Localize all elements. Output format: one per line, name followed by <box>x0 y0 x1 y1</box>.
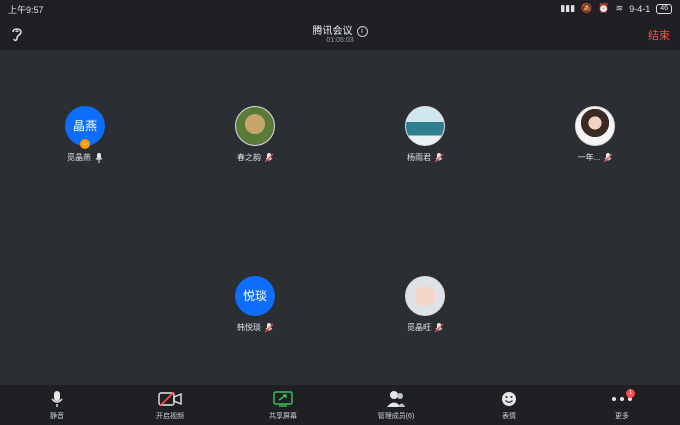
participant-name-row: 觅晶燕 <box>35 152 135 163</box>
network-label: 9-4-1 <box>629 3 651 14</box>
members-icon <box>387 391 405 407</box>
share-screen-label: 共享屏幕 <box>269 413 297 420</box>
participant-name-row: 杨雨君 <box>375 152 475 163</box>
battery-indicator: 46 <box>656 3 672 14</box>
status-bar: 上午9:57 ▮▮▮ 🔕 ⏰ ≋ 9-4-1 46 <box>0 0 680 18</box>
avatar-initials: 悦琰 <box>242 289 267 303</box>
emoji-button[interactable]: 表情 <box>469 389 549 421</box>
microphone-muted-icon <box>604 152 613 162</box>
manage-members-button[interactable]: 管理成员(6) <box>356 389 436 421</box>
participant-tile[interactable]: 晶燕 ☺ 觅晶燕 <box>35 106 135 163</box>
share-screen-icon <box>273 391 293 407</box>
participant-name-row: 韩悦琰 <box>205 322 305 333</box>
participant-tile[interactable]: 杨雨君 <box>375 106 475 163</box>
participant-name-row: 春之韵 <box>205 152 305 163</box>
mute-label: 静音 <box>50 413 64 420</box>
meeting-duration: 01:05:03 <box>326 37 354 44</box>
signal-icon: ▮▮▮ <box>560 3 576 13</box>
end-meeting-button[interactable]: 结束 <box>648 27 670 43</box>
participant-name: 一年... <box>577 153 601 162</box>
more-button[interactable]: 1 更多 <box>582 389 662 421</box>
microphone-muted-icon <box>265 152 273 162</box>
share-screen-button[interactable]: 共享屏幕 <box>243 389 323 421</box>
microphone-muted-icon <box>435 152 443 162</box>
avatar <box>575 106 615 146</box>
participant-name: 杨雨君 <box>407 153 431 162</box>
participant-name: 韩悦琰 <box>237 323 261 332</box>
alarm-icon: ⏰ <box>598 3 610 13</box>
avatar: 悦琰 <box>235 276 275 316</box>
status-icons: ▮▮▮ 🔕 ⏰ ≋ 9-4-1 46 <box>560 3 672 14</box>
avatar-initials: 晶燕 <box>72 119 97 133</box>
participant-name-row: 觅晶旺 <box>375 322 475 333</box>
microphone-muted-icon <box>435 322 443 332</box>
meeting-title[interactable]: 腾讯会议 i <box>0 22 680 37</box>
emoji-label: 表情 <box>502 413 516 420</box>
participant-tile[interactable]: 一年... <box>545 106 645 163</box>
host-badge-icon: ☺ <box>80 139 90 149</box>
notification-badge: 1 <box>626 389 635 398</box>
avatar <box>235 106 275 146</box>
participant-name-row: 一年... <box>545 152 645 163</box>
status-time: 上午9:57 <box>8 5 44 15</box>
mute-notification-icon: 🔕 <box>581 3 593 13</box>
mute-button[interactable]: 静音 <box>17 389 97 421</box>
meeting-header: 腾讯会议 i 01:05:03 结束 <box>0 18 680 50</box>
start-video-label: 开启视频 <box>156 413 184 420</box>
microphone-icon <box>95 152 103 163</box>
participant-tile[interactable]: 觅晶旺 <box>375 276 475 333</box>
info-icon[interactable]: i <box>356 25 368 37</box>
microphone-icon <box>51 391 63 407</box>
participant-tile[interactable]: 悦琰 韩悦琰 <box>205 276 305 333</box>
participant-name: 觅晶旺 <box>407 323 431 332</box>
microphone-muted-icon <box>265 322 273 332</box>
wifi-icon: ≋ <box>615 3 624 13</box>
participant-name: 春之韵 <box>237 153 261 162</box>
meeting-title-text: 腾讯会议 <box>312 26 353 37</box>
video-off-icon <box>158 391 182 407</box>
more-label: 更多 <box>615 413 629 420</box>
avatar <box>405 276 445 316</box>
start-video-button[interactable]: 开启视频 <box>130 389 210 421</box>
emoji-icon <box>502 392 516 406</box>
participant-tile[interactable]: 春之韵 <box>205 106 305 163</box>
participant-name: 觅晶燕 <box>67 153 91 162</box>
avatar <box>405 106 445 146</box>
manage-members-label: 管理成员(6) <box>377 413 415 420</box>
meeting-toolbar: 静音 开启视频 共享屏幕 管理成员(6) 表情 1 更多 <box>0 385 680 425</box>
